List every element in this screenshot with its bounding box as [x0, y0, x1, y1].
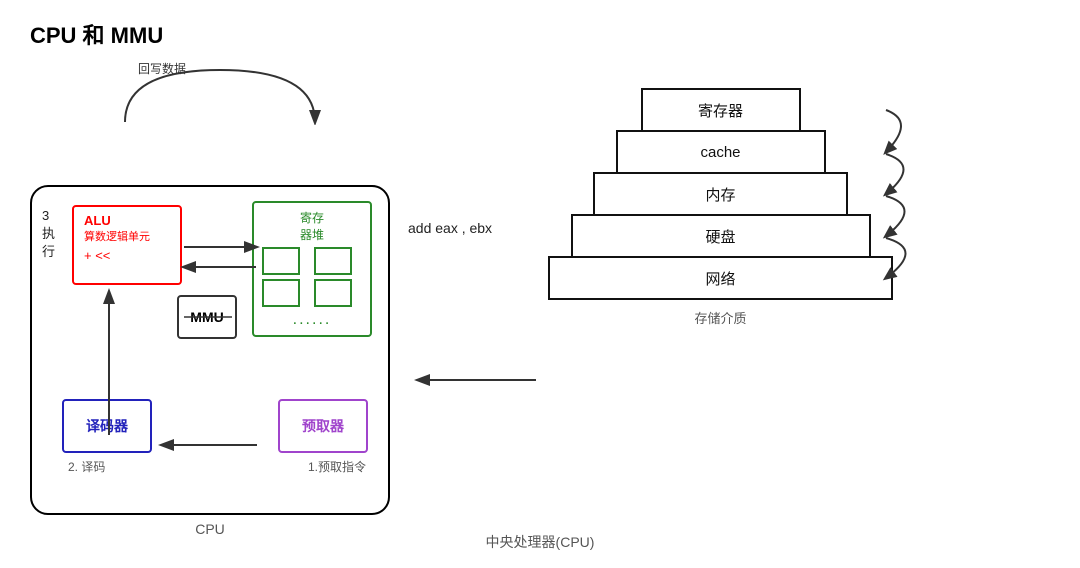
decoder-box: 译码器 [62, 399, 152, 453]
mem-ram: 内存 [593, 172, 848, 216]
prefetch-step-label: 1.预取指令 [308, 458, 366, 475]
decoder-step-label: 2. 译码 [68, 458, 105, 475]
mem-cache: cache [616, 130, 826, 174]
page-title: CPU 和 MMU [0, 0, 1080, 50]
exec-label: 3执行 [42, 207, 55, 262]
middle-section: add eax , ebx [408, 120, 538, 236]
pyramid-stack: 寄存器 cache 内存 硬盘 网络 [548, 88, 893, 300]
reg-cell-1 [262, 247, 300, 275]
prefetch-box: 预取器 [278, 399, 368, 453]
reg-cell-3 [262, 279, 300, 307]
storage-label: 存储介质 [694, 308, 746, 327]
fetch-arrow [408, 120, 538, 450]
alu-box: ALU 算数逻辑单元 + << [72, 205, 182, 285]
alu-title: ALU [84, 213, 170, 228]
regfile-title: 寄存器堆 [300, 209, 324, 243]
alu-subtitle: 算数逻辑单元 [84, 228, 170, 244]
memory-hierarchy: 寄存器 cache 内存 硬盘 网络 [548, 80, 893, 327]
writeback-arrow [30, 60, 390, 125]
mem-hdd: 硬盘 [571, 214, 871, 258]
regfile-grid [262, 247, 362, 307]
mem-registers: 寄存器 [641, 88, 801, 132]
alu-ops: + << [84, 248, 170, 263]
mem-network: 网络 [548, 256, 893, 300]
mmu-box: MMU [177, 295, 237, 339]
diagram-area: 回写数据 3执行 ALU 算数逻辑单元 + << [0, 50, 1080, 537]
pyramid-right-arrows [881, 88, 931, 318]
regfile-box: 寄存器堆 ...... [252, 201, 372, 337]
reg-cell-4 [314, 279, 352, 307]
cpu-box: 3执行 ALU 算数逻辑单元 + << MMU 寄存器堆 .. [30, 185, 390, 515]
regfile-dots: ...... [293, 311, 332, 329]
reg-cell-2 [314, 247, 352, 275]
bottom-label: 中央处理器(CPU) [0, 532, 1080, 552]
